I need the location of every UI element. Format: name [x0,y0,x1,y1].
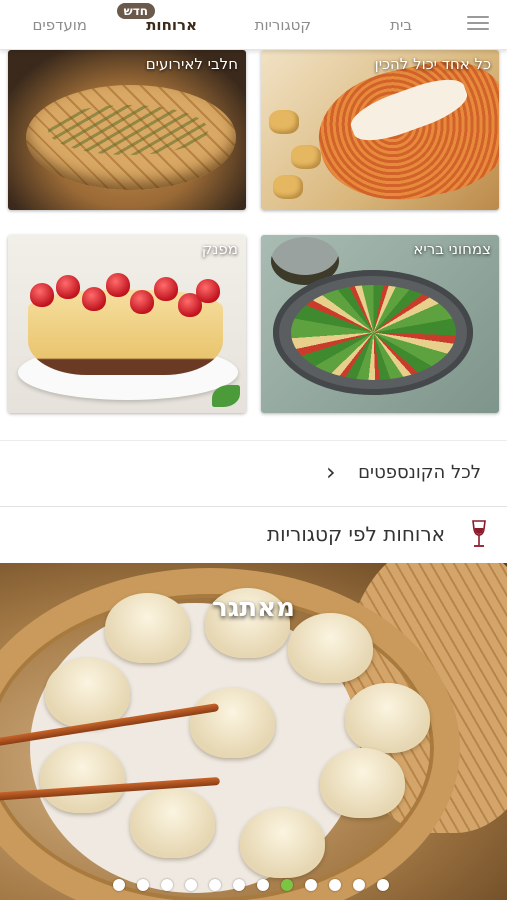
strawberry-image [154,277,178,301]
concept-card-anyone-can-cook[interactable]: כל אחד יכול להכין [261,50,499,210]
chevron-left-icon: ‹ [326,458,336,486]
carousel-pagination [113,879,389,891]
carousel-dot[interactable] [329,879,341,891]
tab-meals[interactable]: ארוחות [146,16,197,34]
tab-home[interactable]: בית [390,16,412,34]
carousel-dot[interactable] [377,879,389,891]
dumpling-image [130,788,215,858]
potato-image [291,145,321,169]
carousel-dot[interactable] [185,879,197,891]
dumpling-image [240,808,325,878]
all-concepts-link[interactable]: לכל הקונספטים ‹ [0,452,507,496]
carousel-dot[interactable] [305,879,317,891]
parsley-icon [212,385,240,407]
dumpling-image [190,688,275,758]
carousel-dot[interactable] [353,879,365,891]
wine-glass-icon [472,520,486,547]
dumpling-image [288,613,373,683]
category-carousel[interactable]: מאתגר [0,563,507,900]
strawberry-image [106,273,130,297]
strawberry-image [130,290,154,314]
dumpling-image [345,683,430,753]
carousel-dot[interactable] [233,879,245,891]
strawberry-image [82,287,106,311]
meals-by-category-header: ארוחות לפי קטגוריות [0,507,507,563]
tab-categories[interactable]: קטגוריות [255,16,311,34]
dumpling-image [40,743,125,813]
dumpling-image [320,748,405,818]
card-label: צמחוני בריא [413,240,491,258]
tab-favorites[interactable]: מועדפים [32,16,87,34]
potato-image [269,110,299,134]
dumpling-image [45,658,130,728]
card-label: כל אחד יכול להכין [374,55,491,73]
banner-title: מאתגר [212,593,295,623]
all-concepts-label: לכל הקונספטים [358,462,481,483]
strawberry-image [196,279,220,303]
salad-image [291,285,456,380]
meals-by-category-label: ארוחות לפי קטגוריות [266,522,445,546]
potato-image [273,175,303,199]
concept-card-dairy-events[interactable]: חלבי לאירועים [8,50,246,210]
strawberry-image [56,275,80,299]
new-badge: חדש [116,3,155,19]
carousel-dot[interactable] [137,879,149,891]
concept-card-healthy-vegetarian[interactable]: צמחוני בריא [261,235,499,413]
concept-card-indulgent[interactable]: מפנק [8,235,246,413]
strawberry-image [30,283,54,307]
card-label: מפנק [201,240,238,258]
herbs-decoration [48,105,208,155]
carousel-dot[interactable] [113,879,125,891]
carousel-dot[interactable] [161,879,173,891]
divider [0,440,507,441]
carousel-dot[interactable] [209,879,221,891]
card-label: חלבי לאירועים [145,55,238,73]
carousel-dot[interactable] [281,879,293,891]
menu-icon[interactable] [467,16,489,32]
carousel-dot[interactable] [257,879,269,891]
top-nav: בית קטגוריות ארוחות מועדפים חדש [0,0,507,50]
